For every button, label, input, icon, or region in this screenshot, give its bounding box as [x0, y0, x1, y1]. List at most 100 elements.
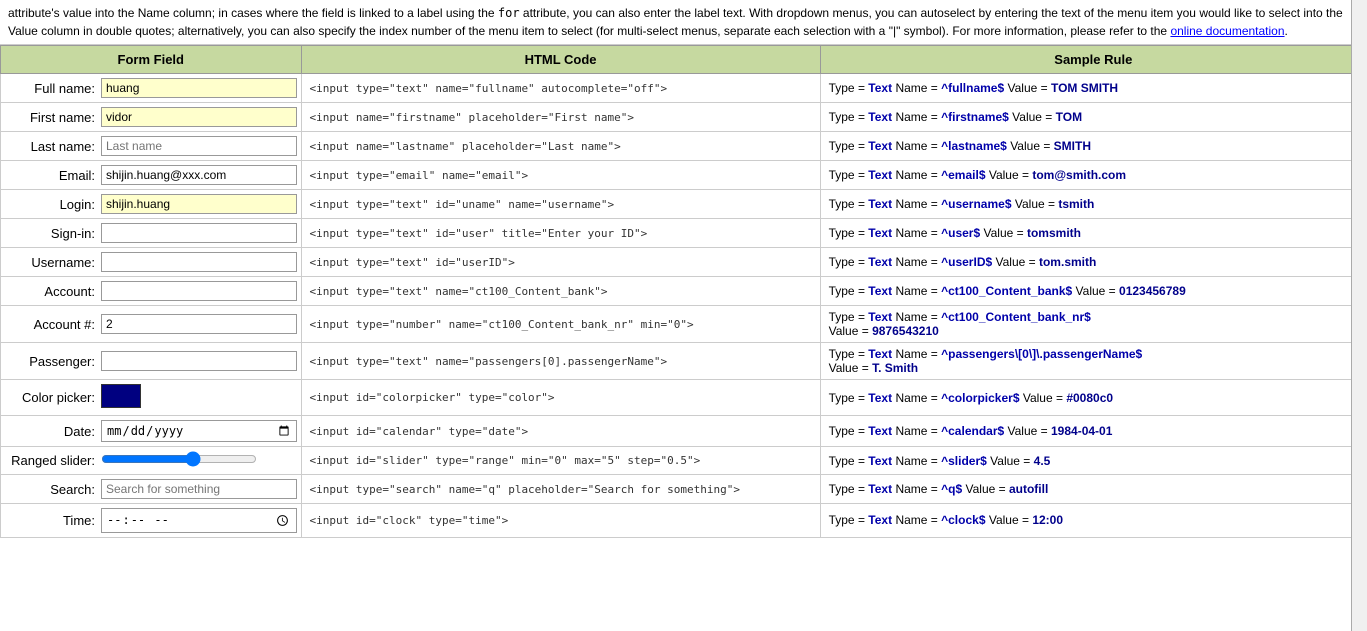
field-input-cell — [101, 479, 301, 499]
form-field-combined-cell: First name: — [1, 103, 302, 132]
field-input-cell — [101, 351, 301, 371]
html-code-cell: <input id="calendar" type="date"> — [301, 416, 820, 447]
row-label: Passenger: — [1, 354, 101, 369]
field-input-cell — [101, 451, 301, 470]
field-input-cell — [101, 107, 301, 127]
html-code-cell: <input type="search" name="q" placeholde… — [301, 475, 820, 504]
row-label: Login: — [1, 197, 101, 212]
sample-rule-cell: Type = Text Name = ^firstname$ Value = T… — [820, 103, 1366, 132]
row-label: Username: — [1, 255, 101, 270]
field-input-cell — [101, 252, 301, 272]
text-input[interactable] — [101, 194, 297, 214]
form-fields-table: Form Field HTML Code Sample Rule Full na… — [0, 45, 1367, 538]
sample-rule-cell: Type = Text Name = ^lastname$ Value = SM… — [820, 132, 1366, 161]
sample-rule-cell: Type = Text Name = ^username$ Value = ts… — [820, 190, 1366, 219]
color-swatch — [101, 384, 141, 408]
form-field-combined-cell: Username: — [1, 248, 302, 277]
field-input-cell — [101, 136, 301, 156]
sample-rule-cell: Type = Text Name = ^colorpicker$ Value =… — [820, 380, 1366, 416]
sample-rule-cell: Type = Text Name = ^clock$ Value = 12:00 — [820, 504, 1366, 538]
table-row: Color picker: <input id="colorpicker" typ… — [1, 380, 1367, 416]
table-row: Email: <input type="email" name="email">T… — [1, 161, 1367, 190]
sample-rule-cell: Type = Text Name = ^passengers\[0\]\.pas… — [820, 343, 1366, 380]
row-label: Account: — [1, 284, 101, 299]
row-label: Date: — [1, 424, 101, 439]
range-input[interactable] — [101, 451, 257, 467]
text-input[interactable] — [101, 78, 297, 98]
col-header-form-field: Form Field — [1, 46, 302, 74]
html-code-cell: <input type="email" name="email"> — [301, 161, 820, 190]
html-code-cell: <input type="number" name="ct100_Content… — [301, 306, 820, 343]
row-label: Sign-in: — [1, 226, 101, 241]
field-input-cell — [101, 314, 301, 334]
time-input[interactable] — [101, 508, 297, 533]
sample-rule-cell: Type = Text Name = ^q$ Value = autofill — [820, 475, 1366, 504]
html-code-cell: <input type="text" id="userID"> — [301, 248, 820, 277]
row-label: Search: — [1, 482, 101, 497]
form-field-combined-cell: Account #: — [1, 306, 302, 343]
html-code-cell: <input type="text" id="user" title="Ente… — [301, 219, 820, 248]
table-row: Sign-in: <input type="text" id="user" tit… — [1, 219, 1367, 248]
form-field-combined-cell: Color picker: — [1, 380, 302, 416]
form-field-combined-cell: Full name: — [1, 74, 302, 103]
sample-rule-cell: Type = Text Name = ^user$ Value = tomsmi… — [820, 219, 1366, 248]
field-input-cell — [101, 165, 301, 185]
table-row: Username: <input type="text" id="userID">… — [1, 248, 1367, 277]
table-row: Account #: <input type="number" name="ct1… — [1, 306, 1367, 343]
sample-rule-cell: Type = Text Name = ^ct100_Content_bank$ … — [820, 277, 1366, 306]
form-field-combined-cell: Login: — [1, 190, 302, 219]
top-description: attribute's value into the Name column; … — [0, 0, 1367, 45]
scrollbar[interactable] — [1351, 0, 1367, 631]
html-code-cell: <input id="clock" type="time"> — [301, 504, 820, 538]
date-input[interactable] — [101, 420, 297, 442]
text-input[interactable] — [101, 281, 297, 301]
text-input[interactable] — [101, 136, 297, 156]
html-code-cell: <input type="text" id="uname" name="user… — [301, 190, 820, 219]
sample-rule-cell: Type = Text Name = ^slider$ Value = 4.5 — [820, 447, 1366, 475]
col-header-sample-rule: Sample Rule — [820, 46, 1366, 74]
table-row: Last name: <input name="lastname" placeho… — [1, 132, 1367, 161]
number-input[interactable] — [101, 314, 297, 334]
table-row: Account: <input type="text" name="ct100_C… — [1, 277, 1367, 306]
form-field-combined-cell: Time: — [1, 504, 302, 538]
row-label: Ranged slider: — [1, 453, 101, 468]
form-field-combined-cell: Date: — [1, 416, 302, 447]
field-input-cell — [101, 194, 301, 214]
html-code-cell: <input type="text" name="ct100_Content_b… — [301, 277, 820, 306]
sample-rule-cell: Type = Text Name = ^email$ Value = tom@s… — [820, 161, 1366, 190]
table-row: First name: <input name="firstname" place… — [1, 103, 1367, 132]
search-input[interactable] — [101, 479, 297, 499]
table-row: Time:<input id="clock" type="time">Type … — [1, 504, 1367, 538]
row-label: Full name: — [1, 81, 101, 96]
html-code-cell: <input name="lastname" placeholder="Last… — [301, 132, 820, 161]
text-input[interactable] — [101, 223, 297, 243]
email-input[interactable] — [101, 165, 297, 185]
online-docs-link[interactable]: online documentation — [1170, 24, 1284, 38]
field-input-cell — [101, 508, 301, 533]
col-header-html-code: HTML Code — [301, 46, 820, 74]
sample-rule-cell: Type = Text Name = ^calendar$ Value = 19… — [820, 416, 1366, 447]
description-text: attribute's value into the Name column; … — [8, 6, 1343, 38]
text-input[interactable] — [101, 107, 297, 127]
row-label: Email: — [1, 168, 101, 183]
row-label: First name: — [1, 110, 101, 125]
form-field-combined-cell: Sign-in: — [1, 219, 302, 248]
sample-rule-cell: Type = Text Name = ^userID$ Value = tom.… — [820, 248, 1366, 277]
table-row: Ranged slider: <input id="slider" type="r… — [1, 447, 1367, 475]
text-input[interactable] — [101, 252, 297, 272]
text-input[interactable] — [101, 351, 297, 371]
table-row: Full name:<input type="text" name="fulln… — [1, 74, 1367, 103]
field-input-cell — [101, 281, 301, 301]
html-code-cell: <input name="firstname" placeholder="Fir… — [301, 103, 820, 132]
field-input-cell — [101, 384, 301, 411]
table-row: Date: <input id="calendar" type="date">Ty… — [1, 416, 1367, 447]
field-input-cell — [101, 223, 301, 243]
html-code-cell: <input type="text" name="passengers[0].p… — [301, 343, 820, 380]
row-label: Last name: — [1, 139, 101, 154]
row-label: Color picker: — [1, 390, 101, 405]
row-label: Account #: — [1, 317, 101, 332]
html-code-cell: <input id="colorpicker" type="color"> — [301, 380, 820, 416]
table-row: Passenger: <input type="text" name="passe… — [1, 343, 1367, 380]
html-code-cell: <input id="slider" type="range" min="0" … — [301, 447, 820, 475]
form-field-combined-cell: Last name: — [1, 132, 302, 161]
